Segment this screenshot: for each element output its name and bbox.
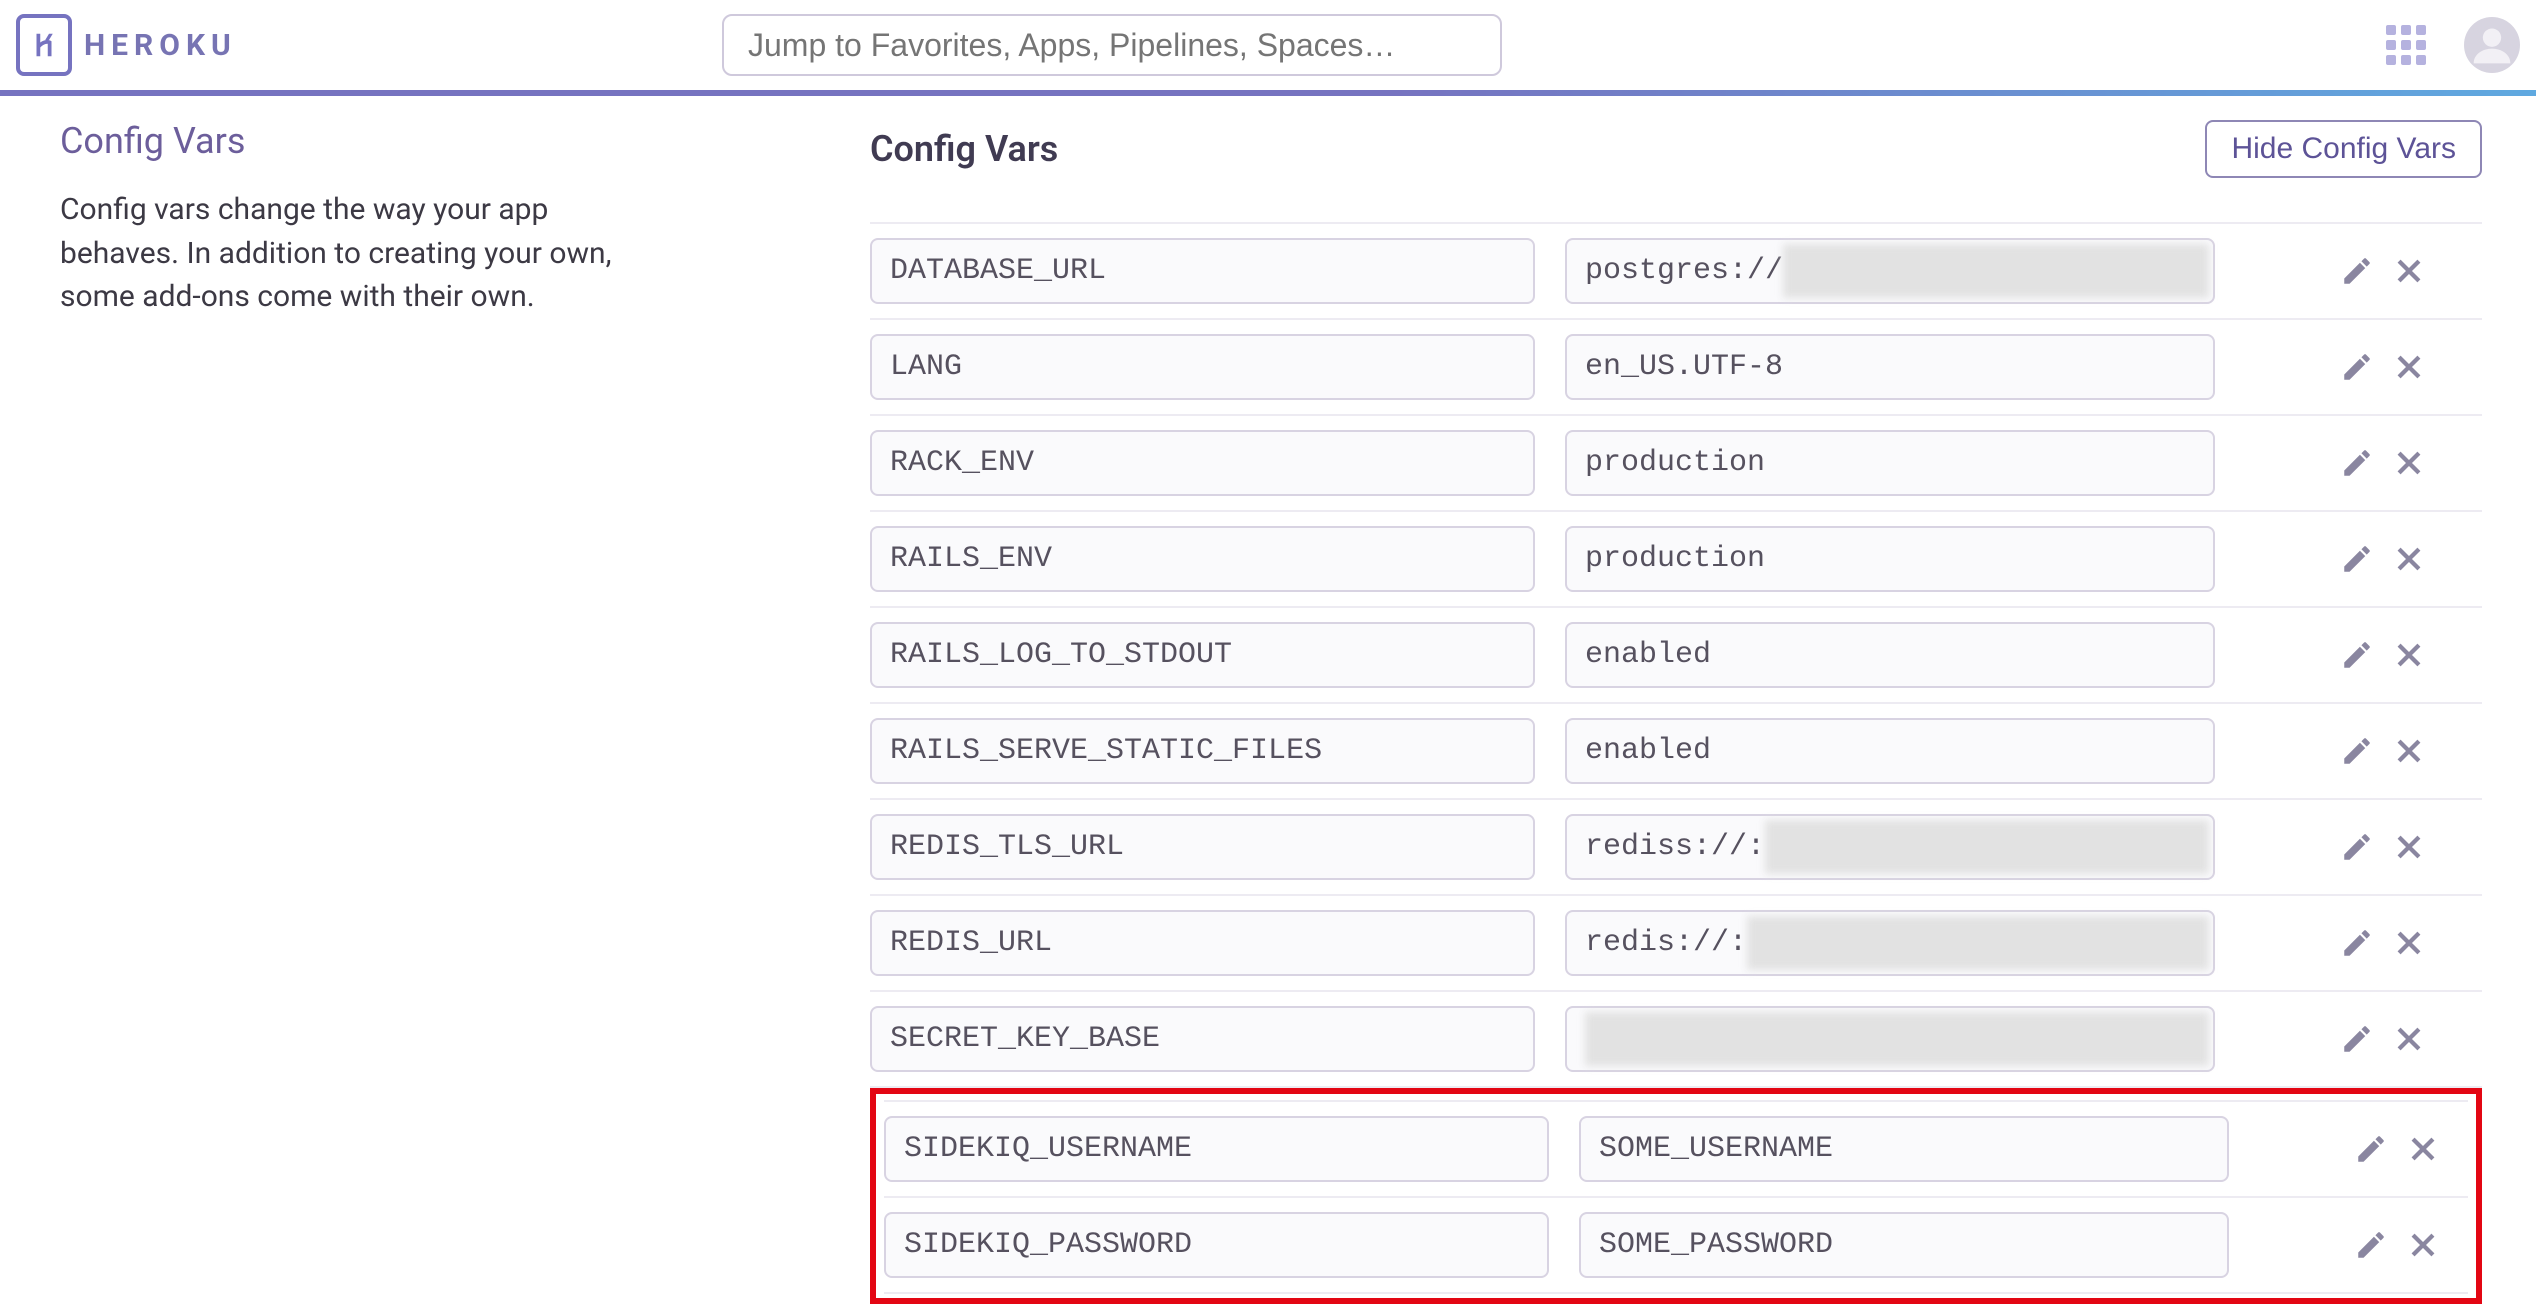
edit-config-var-button[interactable] [2349,1223,2393,1267]
edit-config-var-button[interactable] [2349,1127,2393,1171]
highlighted-config-vars [870,1088,2482,1304]
config-var-row [884,1198,2468,1294]
delete-config-var-button[interactable] [2387,825,2431,869]
close-icon [2392,926,2426,960]
delete-config-var-button[interactable] [2387,537,2431,581]
config-var-value-input[interactable] [1565,430,2215,496]
config-var-row [870,800,2482,896]
close-icon [2392,638,2426,672]
delete-config-var-button[interactable] [2387,345,2431,389]
config-var-key-input[interactable] [870,814,1535,880]
delete-config-var-button[interactable] [2387,1017,2431,1061]
config-var-key-input[interactable] [870,526,1535,592]
app-switcher-icon[interactable] [2386,25,2426,65]
pencil-icon [2354,1228,2388,1262]
config-var-value-input[interactable] [1565,622,2215,688]
edit-config-var-button[interactable] [2335,921,2379,965]
config-vars-panel: Config Vars Hide Config Vars [870,120,2536,1304]
pencil-icon [2340,446,2374,480]
edit-config-var-button[interactable] [2335,1017,2379,1061]
config-var-value-input[interactable] [1565,526,2215,592]
config-var-row [870,608,2482,704]
config-var-key-input[interactable] [870,238,1535,304]
delete-config-var-button[interactable] [2387,729,2431,773]
pencil-icon [2340,350,2374,384]
config-var-value-input[interactable] [1565,334,2215,400]
close-icon [2406,1228,2440,1262]
config-var-key-input[interactable] [870,334,1535,400]
delete-config-var-button[interactable] [2387,441,2431,485]
pencil-icon [2340,542,2374,576]
config-var-key-input[interactable] [870,1006,1535,1072]
config-var-value-input[interactable] [1579,1116,2229,1182]
edit-config-var-button[interactable] [2335,729,2379,773]
close-icon [2392,542,2426,576]
delete-config-var-button[interactable] [2387,921,2431,965]
close-icon [2392,830,2426,864]
config-var-row [870,704,2482,800]
edit-config-var-button[interactable] [2335,249,2379,293]
sidebar-title: Config Vars [60,120,780,162]
config-var-value-input[interactable] [1565,718,2215,784]
pencil-icon [2340,926,2374,960]
config-var-row [870,512,2482,608]
config-var-row [870,416,2482,512]
pencil-icon [2340,734,2374,768]
close-icon [2406,1132,2440,1166]
config-var-key-input[interactable] [884,1116,1549,1182]
config-vars-title: Config Vars [870,128,1058,170]
edit-config-var-button[interactable] [2335,633,2379,677]
edit-config-var-button[interactable] [2335,441,2379,485]
config-var-value-input[interactable] [1565,910,2215,976]
config-vars-list [870,222,2482,1304]
config-var-row [870,320,2482,416]
config-var-value-input[interactable] [1565,814,2215,880]
close-icon [2392,254,2426,288]
pencil-icon [2340,638,2374,672]
hide-config-vars-button[interactable]: Hide Config Vars [2205,120,2482,178]
heroku-logo-icon [16,14,72,76]
delete-config-var-button[interactable] [2387,633,2431,677]
delete-config-var-button[interactable] [2387,249,2431,293]
delete-config-var-button[interactable] [2401,1127,2445,1171]
pencil-icon [2340,254,2374,288]
config-var-key-input[interactable] [884,1212,1549,1278]
config-var-key-input[interactable] [870,430,1535,496]
config-var-key-input[interactable] [870,622,1535,688]
config-var-value-input[interactable] [1565,1006,2215,1072]
user-avatar[interactable] [2464,17,2520,73]
close-icon [2392,734,2426,768]
close-icon [2392,350,2426,384]
config-var-key-input[interactable] [870,910,1535,976]
edit-config-var-button[interactable] [2335,825,2379,869]
brand-name: HEROKU [84,28,237,63]
config-var-value-input[interactable] [1579,1212,2229,1278]
pencil-icon [2340,1022,2374,1056]
config-vars-sidebar: Config Vars Config vars change the way y… [0,120,870,1304]
close-icon [2392,446,2426,480]
delete-config-var-button[interactable] [2401,1223,2445,1267]
config-var-value-input[interactable] [1565,238,2215,304]
edit-config-var-button[interactable] [2335,345,2379,389]
edit-config-var-button[interactable] [2335,537,2379,581]
sidebar-description: Config vars change the way your app beha… [60,188,620,319]
pencil-icon [2354,1132,2388,1166]
global-search-input[interactable] [722,14,1502,76]
config-var-row [870,222,2482,320]
config-var-key-input[interactable] [870,718,1535,784]
config-var-row [870,896,2482,992]
config-var-row [884,1100,2468,1198]
brand[interactable]: HEROKU [16,14,237,76]
close-icon [2392,1022,2426,1056]
app-header: HEROKU [0,0,2536,96]
config-var-row [870,992,2482,1088]
pencil-icon [2340,830,2374,864]
